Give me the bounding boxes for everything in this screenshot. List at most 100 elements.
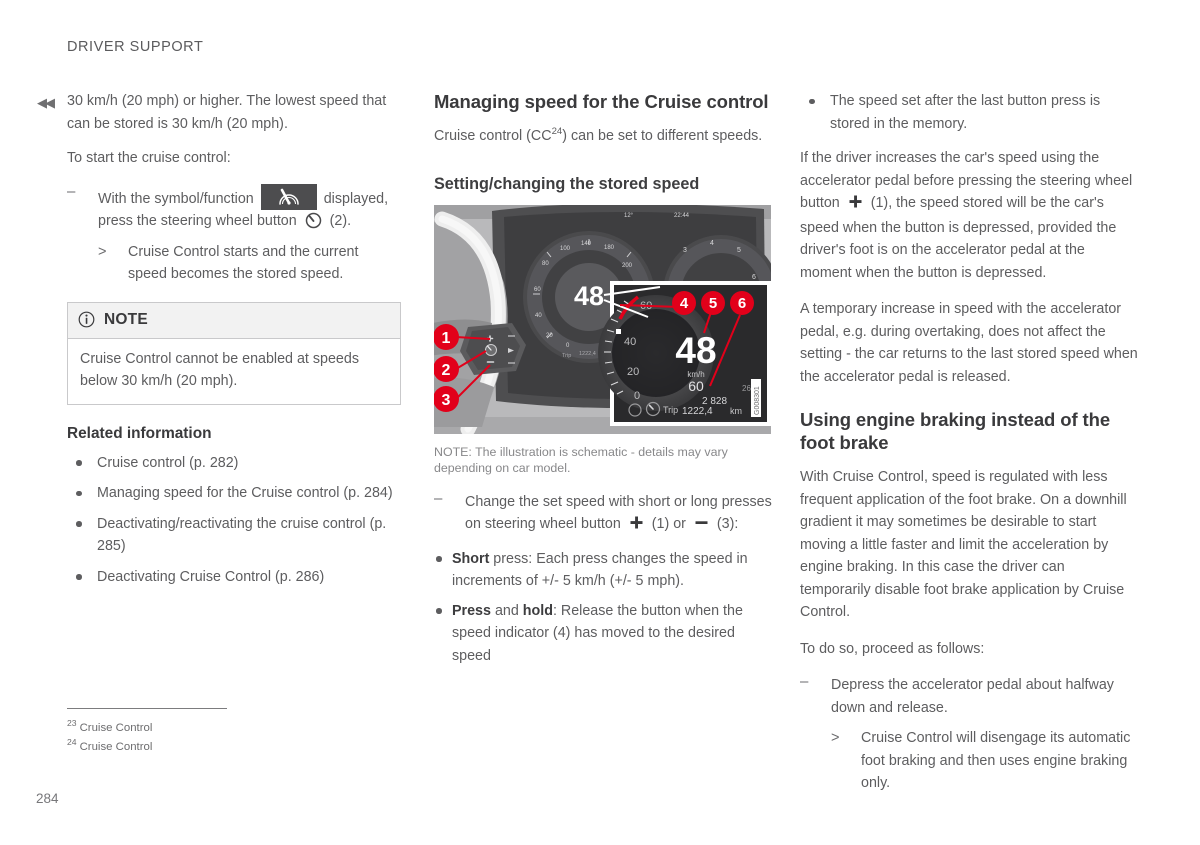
related-link-text[interactable]: Cruise control (p. 282) — [97, 455, 238, 471]
subsection-heading-setting-speed: Setting/changing the stored speed — [434, 174, 700, 193]
svg-text:22:44: 22:44 — [674, 213, 690, 219]
svg-text:40: 40 — [535, 313, 542, 319]
footnote-divider — [67, 708, 227, 709]
step-symbol-text-post: (2). — [329, 213, 352, 229]
plus-icon — [629, 515, 644, 538]
press-and-connector: and — [490, 602, 523, 619]
related-information-list: Cruise control (p. 282) Managing speed f… — [67, 452, 401, 589]
svg-text:1: 1 — [442, 330, 451, 347]
related-link-text[interactable]: Deactivating Cruise Control (p. 286) — [97, 569, 324, 585]
step-symbol-text-pre: With the symbol/function — [98, 190, 254, 207]
svg-text:6: 6 — [738, 295, 746, 312]
svg-text:1222,4: 1222,4 — [579, 351, 596, 357]
intro-text-pre: Cruise control (CC — [434, 128, 552, 144]
inset-digital-speed: 48 — [675, 330, 716, 371]
svg-text:80: 80 — [542, 261, 549, 267]
list-item[interactable]: Deactivating Cruise Control (p. 286) — [67, 566, 401, 589]
step-change-text-mid: (1) or — [651, 516, 686, 532]
svg-text:5: 5 — [737, 247, 741, 254]
svg-text:100: 100 — [560, 246, 571, 252]
footnote-number: 23 — [67, 718, 77, 728]
inset-set-speed: 60 — [688, 378, 704, 394]
footnotes-block: 23 Cruise Control 24 Cruise Control — [67, 708, 387, 755]
dash-bullet-icon: – — [67, 182, 76, 200]
svg-text:0: 0 — [634, 390, 640, 402]
figure-illustration: 100 140 180 80 200 60 220 40 240 20 260 … — [434, 204, 771, 434]
result-arrow-icon: > — [98, 243, 107, 260]
figure-steering-wheel-controls: 100 140 180 80 200 60 220 40 240 20 260 … — [434, 204, 774, 434]
step-depress-text: Depress the accelerator pedal about half… — [831, 677, 1114, 716]
middle-column: Managing speed for the Cruise control Cr… — [434, 90, 774, 674]
svg-text:3: 3 — [442, 392, 451, 409]
note-body: Cruise Control cannot be enabled at spee… — [80, 351, 359, 389]
figure-caption: NOTE: The illustration is schematic - de… — [434, 444, 728, 476]
list-item: Short press: Each press changes the spee… — [434, 548, 774, 593]
memory-bullet-list: The speed set after the last button pres… — [800, 90, 1138, 135]
svg-text:Trip: Trip — [562, 353, 571, 359]
svg-text:Trip: Trip — [663, 405, 678, 415]
footnote-text: Cruise Control — [79, 721, 153, 734]
cruise-control-intro: Cruise control (CC24) can be set to diff… — [434, 125, 774, 148]
minus-icon — [694, 515, 709, 538]
svg-text:140: 140 — [581, 241, 592, 247]
start-cruise-intro: To start the cruise control: — [67, 150, 231, 166]
press-label: Press — [452, 602, 491, 619]
svg-text:3: 3 — [683, 247, 687, 254]
svg-text:2: 2 — [442, 362, 451, 379]
step-depress-result: > Cruise Control will disengage its auto… — [831, 727, 1138, 795]
svg-text:200: 200 — [622, 263, 633, 269]
short-press-text: press: Each press changes the speed in i… — [452, 550, 748, 590]
svg-text:26: 26 — [742, 384, 751, 393]
svg-text:G008301: G008301 — [754, 386, 761, 415]
footnote-ref-24: 24 — [551, 126, 563, 138]
step-with-symbol: – With the symbol/function displayed, pr… — [67, 182, 401, 237]
svg-text:5: 5 — [709, 295, 717, 312]
list-item[interactable]: Managing speed for the Cruise control (p… — [67, 482, 401, 505]
list-item: The speed set after the last button pres… — [800, 90, 1138, 135]
step-result-cruise-starts: > Cruise Control starts and the current … — [98, 241, 401, 286]
footnote-text: Cruise Control — [79, 741, 153, 754]
section-heading-engine-braking: Using engine braking instead of the foot… — [800, 409, 1111, 453]
info-icon — [78, 311, 95, 328]
list-item[interactable]: Deactivating/reactivating the cruise con… — [67, 513, 401, 558]
related-information-heading: Related information — [67, 425, 212, 442]
step-depress-result-text: Cruise Control will disengage its automa… — [861, 730, 1131, 791]
speedometer-symbol-icon — [260, 183, 317, 210]
plus-icon — [848, 194, 863, 217]
page-header-chapter-title: DRIVER SUPPORT — [67, 39, 204, 55]
list-item[interactable]: Cruise control (p. 282) — [67, 452, 401, 475]
related-link-text[interactable]: Deactivating/reactivating the cruise con… — [97, 516, 386, 555]
manual-page: DRIVER SUPPORT ◀◀ 30 km/h (20 mph) or hi… — [0, 0, 1200, 845]
cruise-control-button-icon — [305, 212, 322, 237]
svg-text:4: 4 — [710, 240, 714, 247]
footnote-item: 23 Cruise Control — [67, 716, 387, 735]
intro-text-post: ) can be set to different speeds. — [562, 128, 763, 144]
temporary-increase-paragraph: A temporary increase in speed with the a… — [800, 301, 1138, 385]
dash-bullet-icon: – — [434, 489, 443, 507]
continued-paragraph-text: 30 km/h (20 mph) or higher. The lowest s… — [67, 93, 387, 132]
section-heading-managing-speed: Managing speed for the Cruise control — [434, 91, 769, 112]
accelerator-paragraph: If the driver increases the car's speed … — [800, 147, 1138, 284]
memory-bullet-text: The speed set after the last button pres… — [830, 93, 1101, 132]
page-number: 284 — [36, 791, 59, 806]
note-box-header: NOTE — [68, 302, 400, 339]
result-arrow-icon: > — [831, 730, 840, 746]
note-label: NOTE — [104, 310, 148, 328]
left-column: ◀◀ 30 km/h (20 mph) or higher. The lowes… — [37, 90, 401, 596]
continued-paragraph: ◀◀ 30 km/h (20 mph) or higher. The lowes… — [37, 90, 401, 135]
footnote-item: 24 Cruise Control — [67, 735, 387, 754]
right-column: The speed set after the last button pres… — [800, 90, 1138, 799]
svg-text:40: 40 — [624, 336, 636, 348]
related-link-text[interactable]: Managing speed for the Cruise control (p… — [97, 485, 393, 501]
svg-text:1222,4: 1222,4 — [682, 406, 713, 417]
svg-text:km: km — [730, 406, 742, 416]
list-item: Press and hold: Release the button when … — [434, 600, 774, 668]
svg-text:180: 180 — [604, 245, 615, 251]
step-change-text-post: (3): — [716, 516, 739, 532]
step-depress-pedal: – Depress the accelerator pedal about ha… — [800, 673, 1138, 719]
svg-text:4: 4 — [680, 295, 689, 312]
cluster-digital-speed: 48 — [574, 281, 604, 311]
svg-text:60: 60 — [534, 287, 541, 293]
press-behaviour-list: Short press: Each press changes the spee… — [434, 548, 774, 668]
step-result-text: Cruise Control starts and the current sp… — [128, 243, 359, 283]
